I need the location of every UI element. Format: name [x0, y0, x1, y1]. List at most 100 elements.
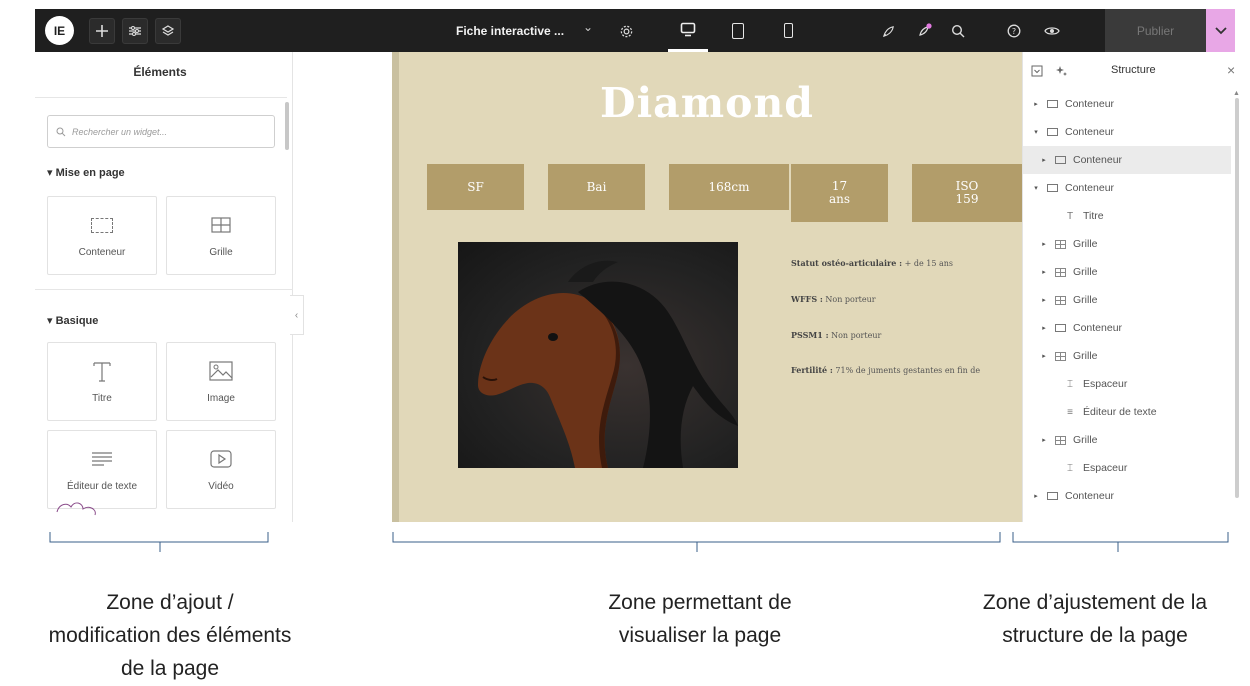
expand-arrow-icon[interactable]: ▸	[1039, 156, 1049, 164]
tree-node[interactable]: ▸ Conteneur	[1023, 314, 1231, 342]
tree-node-label: Grille	[1073, 350, 1098, 362]
tree-node[interactable]: ⌶ Espaceur	[1023, 370, 1231, 398]
grid-icon	[1053, 435, 1067, 445]
panel-scrollbar[interactable]	[285, 102, 289, 150]
chevron-down-icon[interactable]: ⌄	[583, 20, 593, 34]
annotation-line: de la page	[120, 657, 220, 680]
publish-options-chevron-icon[interactable]	[1206, 9, 1235, 52]
stat-value: Non porteur	[828, 331, 882, 340]
search-icon[interactable]	[945, 18, 971, 44]
image-icon	[209, 359, 233, 383]
stat-label: Fertilité :	[791, 365, 833, 375]
expand-arrow-icon[interactable]: ▾	[1031, 184, 1041, 192]
container-icon	[1053, 155, 1067, 165]
info-box[interactable]: ISO 159	[912, 164, 1022, 222]
info-box[interactable]: 17 ans	[791, 164, 888, 222]
ai-sparkle-icon[interactable]	[1055, 64, 1069, 78]
tree-node-selected[interactable]: ▸ Conteneur	[1023, 146, 1231, 174]
mobile-icon[interactable]	[768, 9, 808, 52]
stat-line[interactable]: Statut ostéo-articulaire : + de 15 ans	[791, 258, 953, 268]
document-name-dropdown[interactable]: Fiche interactive ...	[456, 9, 564, 52]
tree-node[interactable]: ▸ Grille	[1023, 258, 1231, 286]
structure-header: Structure ×	[1023, 52, 1245, 90]
widget-image[interactable]: Image	[166, 342, 276, 421]
tablet-icon[interactable]	[718, 9, 758, 52]
spacer-icon: ⌶	[1067, 462, 1073, 474]
divider	[35, 289, 293, 290]
widget-container[interactable]: Conteneur	[47, 196, 157, 275]
scroll-up-icon[interactable]: ▲	[1233, 90, 1240, 97]
preview-eye-icon[interactable]	[1039, 18, 1065, 44]
widget-search-input[interactable]: Rechercher un widget...	[47, 115, 275, 148]
tree-node[interactable]: ≡ Éditeur de texte	[1023, 398, 1231, 426]
info-box[interactable]: 168cm	[669, 164, 789, 210]
stat-line[interactable]: WFFS : Non porteur	[791, 294, 876, 304]
tree-node[interactable]: ▸ Conteneur	[1023, 90, 1231, 118]
container-icon	[1045, 491, 1059, 501]
annotation-left: Zone d’ajout / modification des éléments…	[0, 586, 340, 685]
tree-node-label: Conteneur	[1065, 490, 1115, 502]
collapse-all-icon[interactable]	[1031, 65, 1043, 77]
info-box-text: Bai	[586, 179, 607, 194]
annotation-right: Zone d’ajustement de la structure de la …	[945, 586, 1245, 652]
stat-line[interactable]: Fertilité : 71% de juments gestantes en …	[791, 365, 980, 375]
info-box[interactable]: SF	[427, 164, 524, 210]
annotation-line: Zone d’ajout /	[106, 591, 234, 614]
horse-image[interactable]	[458, 242, 738, 468]
tree-node-label: Espaceur	[1083, 462, 1128, 474]
publish-button[interactable]: Publier	[1105, 9, 1206, 52]
notifications-icon[interactable]	[911, 18, 937, 44]
grid-icon	[1053, 239, 1067, 249]
divider	[35, 97, 287, 98]
page-heading[interactable]: Diamond	[392, 79, 1022, 127]
tree-node[interactable]: ▸ Grille	[1023, 426, 1231, 454]
expand-arrow-icon[interactable]: ▸	[1039, 436, 1049, 444]
tree-node[interactable]: T Titre	[1023, 202, 1231, 230]
tree-node[interactable]: ▸ Grille	[1023, 342, 1231, 370]
close-icon[interactable]: ×	[1227, 62, 1235, 78]
expand-arrow-icon[interactable]: ▸	[1039, 324, 1049, 332]
elementor-logo-icon[interactable]: IE	[45, 16, 74, 45]
search-placeholder: Rechercher un widget...	[72, 126, 168, 137]
section-basic-toggle[interactable]: ▾ Basique	[47, 314, 98, 327]
expand-arrow-icon[interactable]: ▸	[1039, 268, 1049, 276]
layers-icon[interactable]	[155, 18, 181, 44]
plus-icon[interactable]	[89, 18, 115, 44]
annotation-middle: Zone permettant de visualiser la page	[540, 586, 860, 652]
video-play-icon	[210, 447, 232, 471]
structure-scrollbar[interactable]	[1235, 98, 1239, 498]
collapse-panel-icon[interactable]: ‹	[290, 295, 304, 335]
rocket-icon[interactable]	[875, 18, 901, 44]
desktop-icon[interactable]	[668, 9, 708, 52]
text-editor-icon	[91, 447, 113, 471]
page-preview-canvas[interactable]: Diamond SF Bai 168cm 17 ans ISO 159 Statut…	[392, 52, 1022, 522]
stat-line[interactable]: PSSM1 : Non porteur	[791, 330, 881, 340]
expand-arrow-icon[interactable]: ▸	[1039, 296, 1049, 304]
tree-node[interactable]: ▾ Conteneur	[1023, 174, 1231, 202]
section-label: Basique	[55, 315, 99, 327]
expand-arrow-icon[interactable]: ▸	[1039, 352, 1049, 360]
help-icon[interactable]: ?	[1001, 18, 1027, 44]
expand-arrow-icon[interactable]: ▸	[1031, 492, 1041, 500]
tree-node[interactable]: ▸ Conteneur	[1023, 482, 1231, 510]
section-layout-toggle[interactable]: ▾ Mise en page	[47, 166, 125, 179]
container-icon	[1053, 323, 1067, 333]
tree-node[interactable]: ▾ Conteneur	[1023, 118, 1231, 146]
widget-grid[interactable]: Grille	[166, 196, 276, 275]
grid-icon	[1053, 267, 1067, 277]
widget-title[interactable]: Titre	[47, 342, 157, 421]
expand-arrow-icon[interactable]: ▸	[1039, 240, 1049, 248]
expand-arrow-icon[interactable]: ▸	[1031, 100, 1041, 108]
gear-icon[interactable]	[613, 18, 639, 44]
tree-node-label: Grille	[1073, 266, 1098, 278]
info-box[interactable]: Bai	[548, 164, 645, 210]
expand-arrow-icon[interactable]: ▾	[1031, 128, 1041, 136]
tree-node[interactable]: ▸ Grille	[1023, 230, 1231, 258]
annotation-line: Zone permettant de	[608, 591, 792, 614]
settings-sliders-icon[interactable]	[122, 18, 148, 44]
widget-video[interactable]: Vidéo	[166, 430, 276, 509]
tree-node[interactable]: ⌶ Espaceur	[1023, 454, 1231, 482]
stat-value: Non porteur	[822, 295, 876, 304]
tree-node[interactable]: ▸ Grille	[1023, 286, 1231, 314]
tree-node-label: Grille	[1073, 238, 1098, 250]
